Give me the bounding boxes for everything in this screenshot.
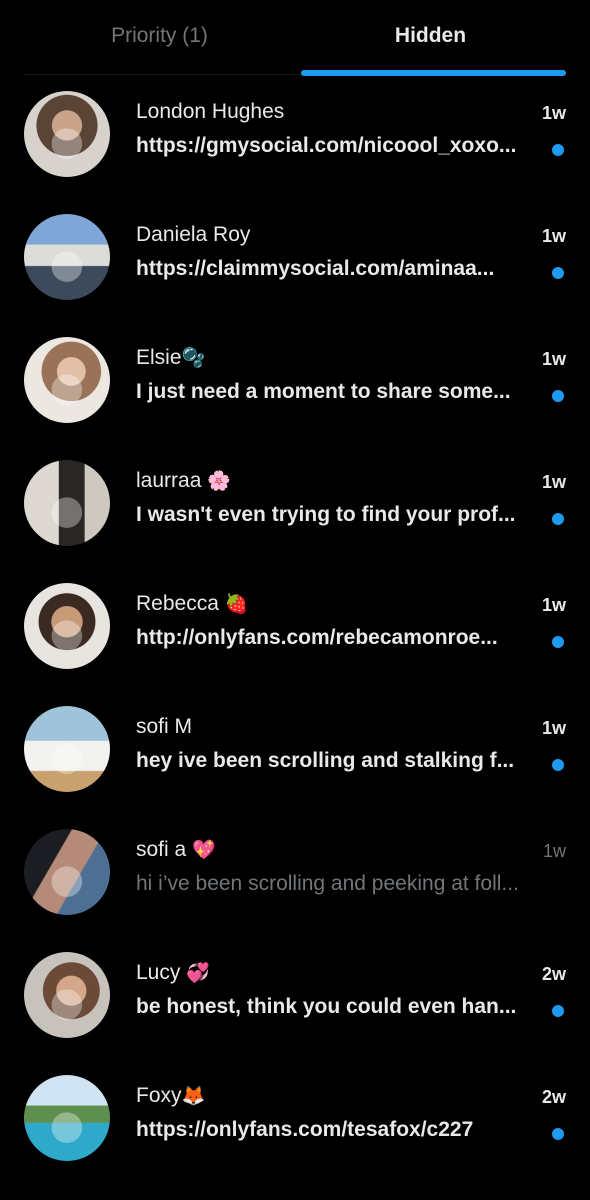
conversation-row[interactable]: ● Lucy 💞 2w be honest, think you could ev… [0,948,590,1071]
message-preview: hey ive been scrolling and stalking f... [136,749,515,772]
revolving-hearts-emoji-icon: 💞 [186,962,211,984]
message-time: 1w [541,226,566,246]
message-time: 1w [541,595,566,615]
cherry-blossom-emoji-icon: 🌸 [207,470,232,492]
message-time: 1w [541,349,566,369]
avatar[interactable]: ● [24,829,110,915]
unread-dot [552,513,564,525]
conversation-list: ● London Hughes 1w https://gmysocial.com… [0,87,590,1194]
inbox-tabs: Priority (1) Hidden [24,0,566,76]
sender-name: Elsie🫧 [136,346,206,369]
active-tab-indicator [301,70,566,76]
message-preview: I wasn't even trying to find your prof..… [136,503,516,526]
bubbles-emoji-icon: 🫧 [181,347,206,369]
tab-hidden[interactable]: Hidden [295,0,566,76]
conversation-row[interactable]: ● Elsie🫧 1w I just need a moment to shar… [0,333,590,456]
sender-name: London Hughes [136,100,285,123]
unread-dot [552,759,564,771]
message-time: 2w [541,1087,566,1107]
avatar[interactable]: ● [24,91,110,177]
conversation-row[interactable]: ● Daniela Roy 1w https://claimmysocial.c… [0,210,590,333]
message-preview: https://claimmysocial.com/aminaa... [136,257,495,280]
sender-name: Daniela Roy [136,223,251,246]
avatar[interactable]: ● [24,583,110,669]
message-time: 1w [541,718,566,738]
sender-name: sofi M [136,715,193,738]
sender-name: laurraa 🌸 [136,469,232,492]
message-preview: hi i’ve been scrolling and peeking at fo… [136,872,519,895]
sparkling-heart-emoji-icon: 💖 [192,839,216,861]
conversation-row[interactable]: ● laurraa 🌸 1w I wasn't even trying to fi… [0,456,590,579]
avatar[interactable]: ● [24,337,110,423]
message-time: 2w [541,964,566,984]
avatar[interactable]: ● [24,706,110,792]
message-preview: be honest, think you could even han... [136,995,517,1018]
sender-name: Rebecca 🍓 [136,592,249,615]
tab-priority-label: Priority (1) [111,24,208,47]
unread-dot [552,1005,564,1017]
sender-name: sofi a 💖 [136,838,216,861]
message-time: 1w [541,472,566,492]
unread-dot [552,636,564,648]
fox-emoji-icon: 🦊 [181,1085,206,1107]
conversation-row[interactable]: ● sofi M 1w hey ive been scrolling and s… [0,702,590,825]
conversation-row[interactable]: ● Foxy🦊 2w https://onlyfans.com/tesafox/… [0,1071,590,1194]
strawberry-emoji-icon: 🍓 [224,593,249,615]
message-time: 1w [542,841,566,861]
tab-priority[interactable]: Priority (1) [24,0,295,74]
avatar[interactable]: ● [24,460,110,546]
sender-name: Lucy 💞 [136,961,211,984]
message-preview: https://gmysocial.com/nicoool_xoxo... [136,134,517,157]
unread-dot [552,267,564,279]
conversation-row[interactable]: ● sofi a 💖 1w hi i’ve been scrolling and … [0,825,590,948]
avatar[interactable]: ● [24,214,110,300]
unread-dot [552,390,564,402]
avatar[interactable]: ● [24,1075,110,1161]
message-preview: https://onlyfans.com/tesafox/c227 [136,1118,474,1141]
conversation-row[interactable]: ● Rebecca 🍓 1w http://onlyfans.com/rebeca… [0,579,590,702]
conversation-row[interactable]: ● London Hughes 1w https://gmysocial.com… [0,87,590,210]
tab-hidden-label: Hidden [394,24,467,47]
unread-dot [552,144,564,156]
avatar[interactable]: ● [24,952,110,1038]
message-preview: http://onlyfans.com/rebecamonroe... [136,626,498,649]
unread-dot [552,1128,564,1140]
sender-name: Foxy🦊 [136,1084,206,1107]
message-time: 1w [541,103,566,123]
message-preview: I just need a moment to share some... [136,380,511,403]
